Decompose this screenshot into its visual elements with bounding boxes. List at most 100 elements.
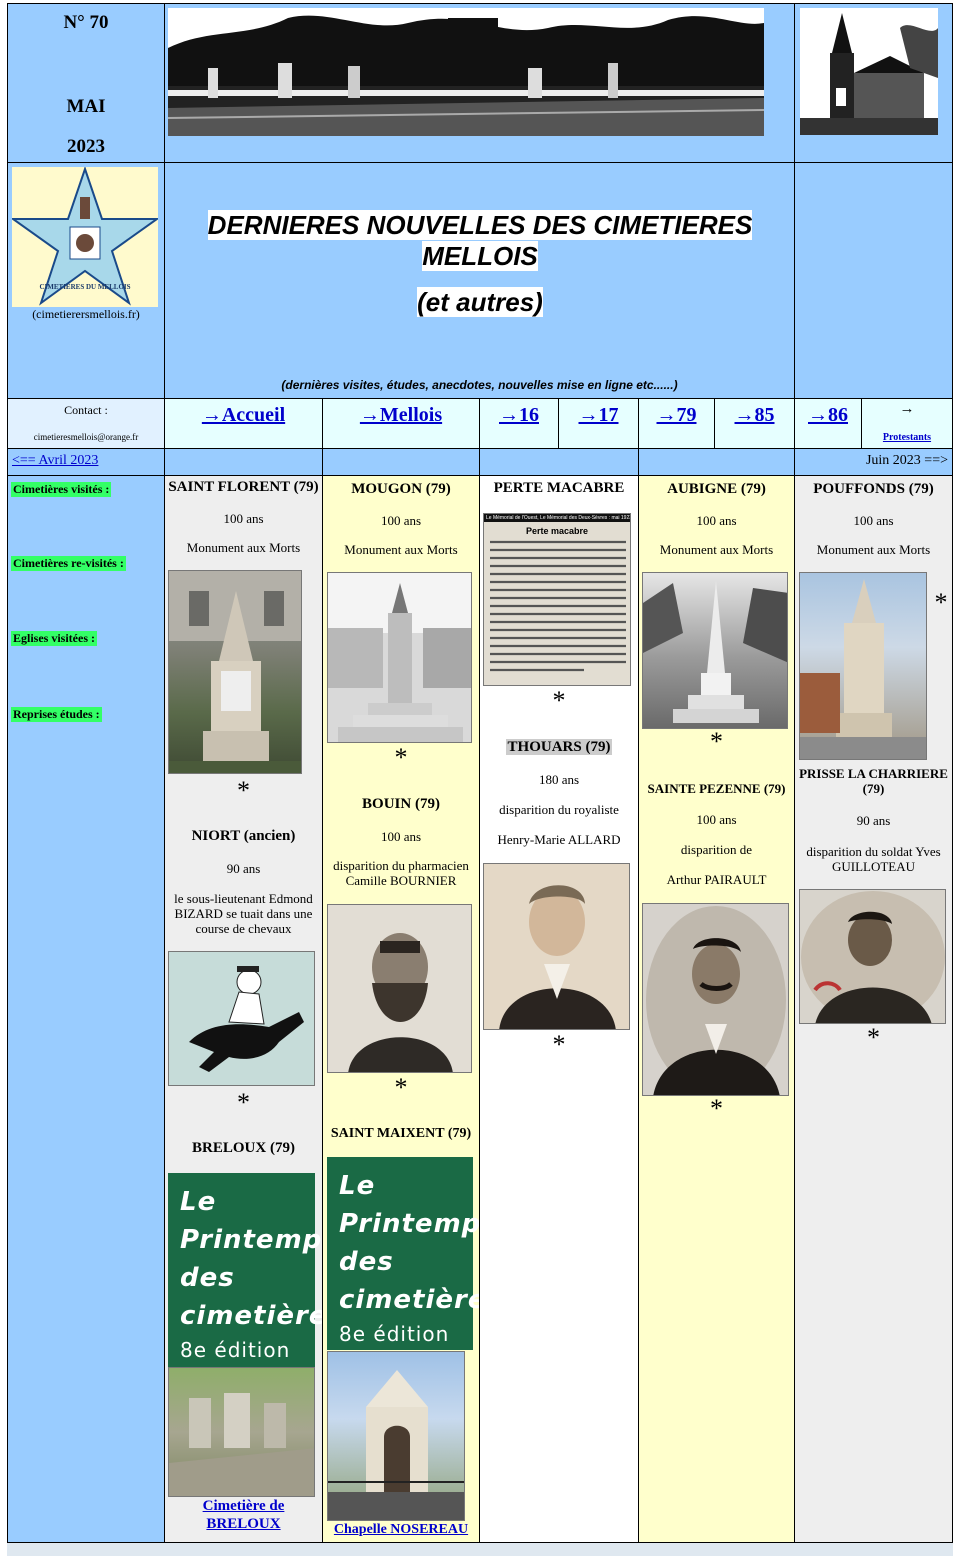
breloux-cemetery-photo[interactable] bbox=[168, 1367, 315, 1497]
allard-portrait-engraving[interactable] bbox=[483, 863, 630, 1030]
page-tagline: (dernières visites, études, anecdotes, n… bbox=[281, 378, 678, 392]
description: Monument aux Morts bbox=[344, 542, 458, 557]
description-name: Henry-Marie ALLARD bbox=[497, 832, 621, 847]
aubigne-monument-photo[interactable] bbox=[642, 572, 788, 729]
bournier-portrait-photo[interactable] bbox=[327, 904, 472, 1073]
separator-star: * bbox=[237, 776, 250, 805]
mougon-monument-photo[interactable] bbox=[327, 572, 472, 743]
issue-year: 2023 bbox=[67, 136, 105, 157]
logo-text: CIMETIERES DU MELLOIS bbox=[39, 283, 130, 291]
nosereau-chapel-link[interactable]: Chapelle NOSEREAU bbox=[325, 1522, 477, 1538]
pager-spacer-1 bbox=[164, 448, 323, 476]
nav-mellois-link[interactable]: →Mellois bbox=[360, 404, 442, 426]
logo-box: CIMETIERES DU MELLOIS (cimetierersmelloi… bbox=[7, 162, 165, 399]
nav-86-link[interactable]: →86 bbox=[808, 404, 848, 426]
pager-spacer-4 bbox=[638, 448, 795, 476]
next-issue-label[interactable]: Juin 2023 ==> bbox=[866, 453, 948, 469]
description: disparition de bbox=[680, 842, 753, 857]
printemps-des-cimetieres-poster[interactable]: Le Printemps des cimetières 8e édition bbox=[168, 1173, 344, 1367]
poster-line: des bbox=[180, 1263, 235, 1293]
separator-star: * bbox=[710, 727, 723, 756]
page-subtitle: (et autres) bbox=[417, 287, 543, 317]
nav-79-link[interactable]: →79 bbox=[657, 404, 697, 426]
heading-breloux: BRELOUX (79) bbox=[192, 1140, 295, 1156]
sidebar-churches-label[interactable]: Eglises visitées : bbox=[11, 631, 97, 646]
nav-cell-16: →16 bbox=[479, 398, 559, 449]
contact-email[interactable]: cimetieresmellois@orange.fr bbox=[8, 432, 164, 442]
nosereau-chapel-photo[interactable] bbox=[327, 1351, 465, 1521]
heading-niort: NIORT (ancien) bbox=[191, 828, 296, 844]
sidebar-visited-label[interactable]: Cimetières visités : bbox=[11, 482, 112, 497]
years-label: 100 ans bbox=[696, 812, 737, 827]
heading-pouffonds: POUFFONDS (79) bbox=[813, 481, 934, 497]
heading-thouars: THOUARS (79) bbox=[505, 739, 613, 755]
description: Monument aux Morts bbox=[816, 542, 931, 557]
nav-17-link[interactable]: →17 bbox=[579, 404, 619, 426]
poster-line: Le bbox=[180, 1187, 217, 1217]
years-label: 100 ans bbox=[380, 513, 422, 528]
banner-box bbox=[164, 3, 795, 163]
description: Monument aux Morts bbox=[659, 542, 774, 557]
nav-accueil-link[interactable]: →Accueil bbox=[202, 404, 285, 426]
poster-edition: 8e édition bbox=[180, 1338, 291, 1362]
years-label: 100 ans bbox=[853, 513, 894, 528]
pager-prev-cell: <== Avril 2023 bbox=[7, 448, 165, 476]
saint-florent-monument-photo[interactable] bbox=[168, 570, 302, 774]
title-right-box bbox=[794, 162, 953, 399]
niort-jockey-drawing[interactable] bbox=[168, 951, 315, 1086]
breloux-cemetery-link[interactable]: Cimetière de BRELOUX bbox=[167, 1497, 320, 1533]
clipping-title: Perte macabre bbox=[525, 526, 589, 536]
description: disparition du royaliste bbox=[499, 802, 619, 817]
description: disparition du soldat Yves GUILLOTEAU bbox=[806, 844, 941, 874]
poster-line: des bbox=[339, 1247, 394, 1277]
years-label: 90 ans bbox=[226, 861, 261, 876]
nav-cell-79: →79 bbox=[638, 398, 715, 449]
title-box: DERNIERES NOUVELLES DES CIMETIERES MELLO… bbox=[164, 162, 795, 399]
years-label: 100 ans bbox=[696, 513, 737, 528]
separator-star: * bbox=[237, 1088, 250, 1117]
poster-line: cimetières bbox=[339, 1285, 503, 1315]
nav-cell-protestants: → Protestants bbox=[861, 398, 953, 449]
heading-perte-macabre: PERTE MACABRE bbox=[493, 480, 625, 496]
pager-next-cell: Juin 2023 ==> bbox=[794, 448, 953, 476]
nav-16-link[interactable]: →16 bbox=[499, 404, 539, 426]
separator-star: * bbox=[552, 1030, 566, 1059]
nav-cell-17: →17 bbox=[558, 398, 639, 449]
guilloteau-portrait-photo[interactable] bbox=[799, 889, 946, 1024]
sidebar-studies-label[interactable]: Reprises études : bbox=[11, 707, 102, 722]
issue-box: N° 70 MAI 2023 bbox=[7, 3, 165, 163]
printemps-des-cimetieres-poster[interactable]: Le Printemps des cimetières 8e édition bbox=[327, 1157, 503, 1350]
issue-month: MAI bbox=[66, 96, 106, 117]
heading-saint-maixent: SAINT MAIXENT (79) bbox=[330, 1126, 472, 1141]
nav-cell-accueil: →Accueil bbox=[164, 398, 323, 449]
heading-prisse-la-charriere: PRISSE LA CHARRIERE (79) bbox=[799, 766, 948, 796]
heading-saint-florent: SAINT FLORENT (79) bbox=[168, 479, 319, 495]
pairault-portrait-photo[interactable] bbox=[642, 903, 789, 1096]
description: disparition du pharmacien Camille BOURNI… bbox=[333, 858, 469, 888]
separator-star: * bbox=[710, 1094, 723, 1123]
logo-caption: (cimetierersmellois.fr) bbox=[32, 307, 140, 321]
heading-aubigne: AUBIGNE (79) bbox=[667, 481, 766, 497]
issue-number: N° 70 bbox=[63, 12, 109, 33]
arrow-right-icon: → bbox=[899, 401, 915, 417]
next-row-strip bbox=[7, 1542, 953, 1556]
sidebar: Cimetières visités : Cimetières re-visit… bbox=[7, 475, 165, 1543]
heading-mougon: MOUGON (79) bbox=[351, 481, 451, 497]
poster-line: cimetières bbox=[180, 1301, 344, 1331]
nav-protestants-link[interactable]: Protestants bbox=[862, 432, 952, 443]
church-image bbox=[800, 8, 938, 135]
column-aubigne: AUBIGNE (79) 100 ans Monument aux Morts … bbox=[638, 475, 795, 1543]
pager-spacer-3 bbox=[479, 448, 639, 476]
nav-85-link[interactable]: →85 bbox=[735, 404, 775, 426]
prev-issue-link[interactable]: <== Avril 2023 bbox=[12, 453, 98, 469]
newspaper-clipping[interactable]: Le Mémorial de l'Ouest, Le Mémorial des … bbox=[483, 513, 631, 686]
years-label: 90 ans bbox=[856, 813, 891, 828]
description: le sous-lieutenant Edmond BIZARD se tuai… bbox=[174, 891, 313, 936]
pouffonds-monument-photo[interactable] bbox=[799, 572, 927, 760]
separator-star: * bbox=[394, 743, 408, 772]
nav-cell-mellois: →Mellois bbox=[322, 398, 480, 449]
sidebar-revisited-label[interactable]: Cimetières re-visités : bbox=[11, 556, 126, 571]
contact-box: Contact : cimetieresmellois@orange.fr bbox=[7, 398, 165, 449]
contact-label: Contact : bbox=[64, 403, 108, 417]
column-perte-macabre: PERTE MACABRE Le Mémorial de l'Ouest, Le… bbox=[479, 475, 639, 1543]
